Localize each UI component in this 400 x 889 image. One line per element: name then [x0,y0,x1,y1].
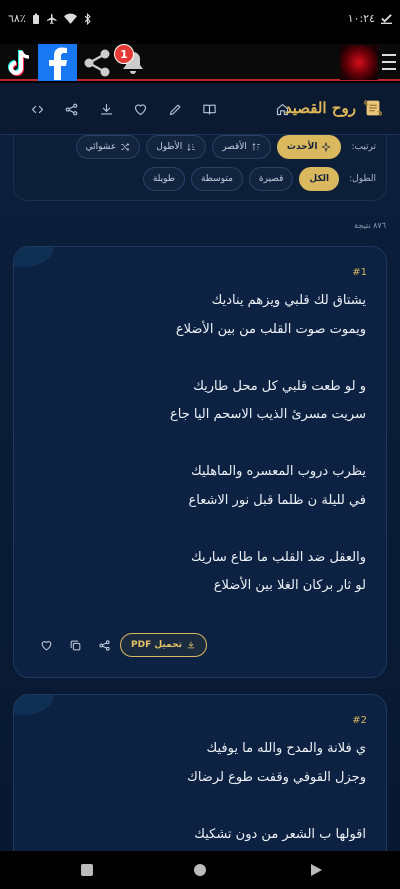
shuffle-icon [121,143,130,151]
sort-row: ترتيب: الأحدث الأقصر الأطول عشوائي [75,135,376,159]
results-count: ٨٧٦ نتيجة [354,221,386,230]
length-short-chip[interactable]: قصيرة [248,167,294,191]
poem-text[interactable]: يشتاق لك قلبي ويزهم يناديك ويموت صوت الق… [36,287,366,601]
poem-line: سريت مسرئ الذيب الاسحم اليا جاع [170,407,366,422]
notification-badge: 1 [114,44,134,64]
tiktok-icon[interactable] [2,44,36,81]
length-label: الطول: [349,174,376,184]
sort-longest-chip[interactable]: الأطول [146,135,207,159]
scroll-icon [364,99,382,117]
poem-line: لو ثار بركان الغلا بين الأضلاع [213,578,366,593]
app-top-bar: 1 [0,44,400,81]
status-right: ١٠:٢٤ [348,12,392,25]
share-app-icon[interactable] [80,44,114,81]
bluetooth-icon [84,12,91,25]
download-pdf-button[interactable]: تحميل PDF [120,633,207,657]
sort-newest-chip[interactable]: الأحدث [276,135,342,159]
length-row: الطول: الكل قصيرة متوسطة طويلة [142,167,376,191]
poem-line: و لو طعت قلبي كل محل طاريك [193,378,366,394]
length-long-chip[interactable]: طويلة [142,167,185,191]
airplane-icon [46,13,57,24]
poem-number: #1 [352,267,367,278]
status-bar: ٦٨٪ ١٠:٢٤ [0,0,400,44]
poem-line: ي فلانة والمدح والله ما يوفيك [206,741,366,756]
sort-icon [252,143,260,151]
length-all-chip[interactable]: الكل [299,167,340,191]
share-icon[interactable] [95,636,113,654]
book-icon[interactable] [193,99,228,119]
copy-icon[interactable] [66,636,84,654]
check-download-icon [381,14,392,24]
poem-line: ويموت صوت القلب من بين الأضلاع [175,321,366,337]
header-toolbar [20,99,300,119]
brand: روح القصيد [285,97,384,119]
sort-label: ترتيب: [351,142,376,152]
length-medium-chip[interactable]: متوسطة [190,167,243,191]
poem-number: #2 [352,715,367,726]
status-left: ٦٨٪ [8,12,92,25]
filter-panel: ترتيب: الأحدث الأقصر الأطول عشوائي الطول… [13,135,387,201]
poem-line: وجزل القوفي وقفت طوع لرضاك [187,769,366,785]
poem-text[interactable]: ي فلانة والمدح والله ما يوفيك وجزل القوف… [36,735,366,849]
back-button[interactable] [309,863,323,877]
share-icon[interactable] [55,99,90,119]
app-thumbnail[interactable] [340,45,378,80]
poem-spacer [36,515,366,544]
sort-random-chip[interactable]: عشوائي [75,135,141,159]
main-content: روح القصيد ترتيب: الأحدث الأقصر الأطول ع… [0,83,400,851]
poem-line: في لليلة ن ظلما قبل نور الاشعاع [188,492,366,508]
poem-line: يشتاق لك قلبي ويزهم يناديك [211,293,366,308]
poem-spacer [36,430,366,459]
home-button[interactable] [193,863,207,877]
system-nav-bar [0,851,400,889]
heart-icon[interactable] [37,636,55,654]
wifi-icon [63,13,77,24]
download-icon[interactable] [89,99,124,119]
poem-line: والعقل ضد القلب ما طاع ساريك [191,549,366,565]
poem-card: #1 يشتاق لك قلبي ويزهم يناديك ويموت صوت … [13,246,387,678]
poem-card: #2 ي فلانة والمدح والله ما يوفيك وجزل ال… [13,694,387,851]
code-icon[interactable] [20,99,55,119]
sort-icon [187,143,195,151]
poem-spacer [36,792,366,821]
facebook-icon[interactable] [38,44,77,81]
battery-icon [32,13,39,24]
menu-icon[interactable] [380,52,398,72]
sparkle-icon [321,142,332,152]
poem-spacer [36,344,366,373]
sort-shortest-chip[interactable]: الأقصر [212,135,271,159]
card-actions: تحميل PDF [14,633,386,657]
poem-line: اقولها ب الشعر من دون تشكيك [194,826,366,842]
download-icon [187,641,195,649]
poem-line: يظرب دروب المعسره والماهليك [191,464,366,479]
page-header: روح القصيد [0,83,400,135]
battery-text: ٦٨٪ [8,12,26,25]
status-time: ١٠:٢٤ [347,12,375,25]
page-title: روح القصيد [284,99,356,117]
edit-icon[interactable] [158,99,193,119]
heart-icon[interactable] [124,99,159,119]
recents-button[interactable] [80,863,94,877]
